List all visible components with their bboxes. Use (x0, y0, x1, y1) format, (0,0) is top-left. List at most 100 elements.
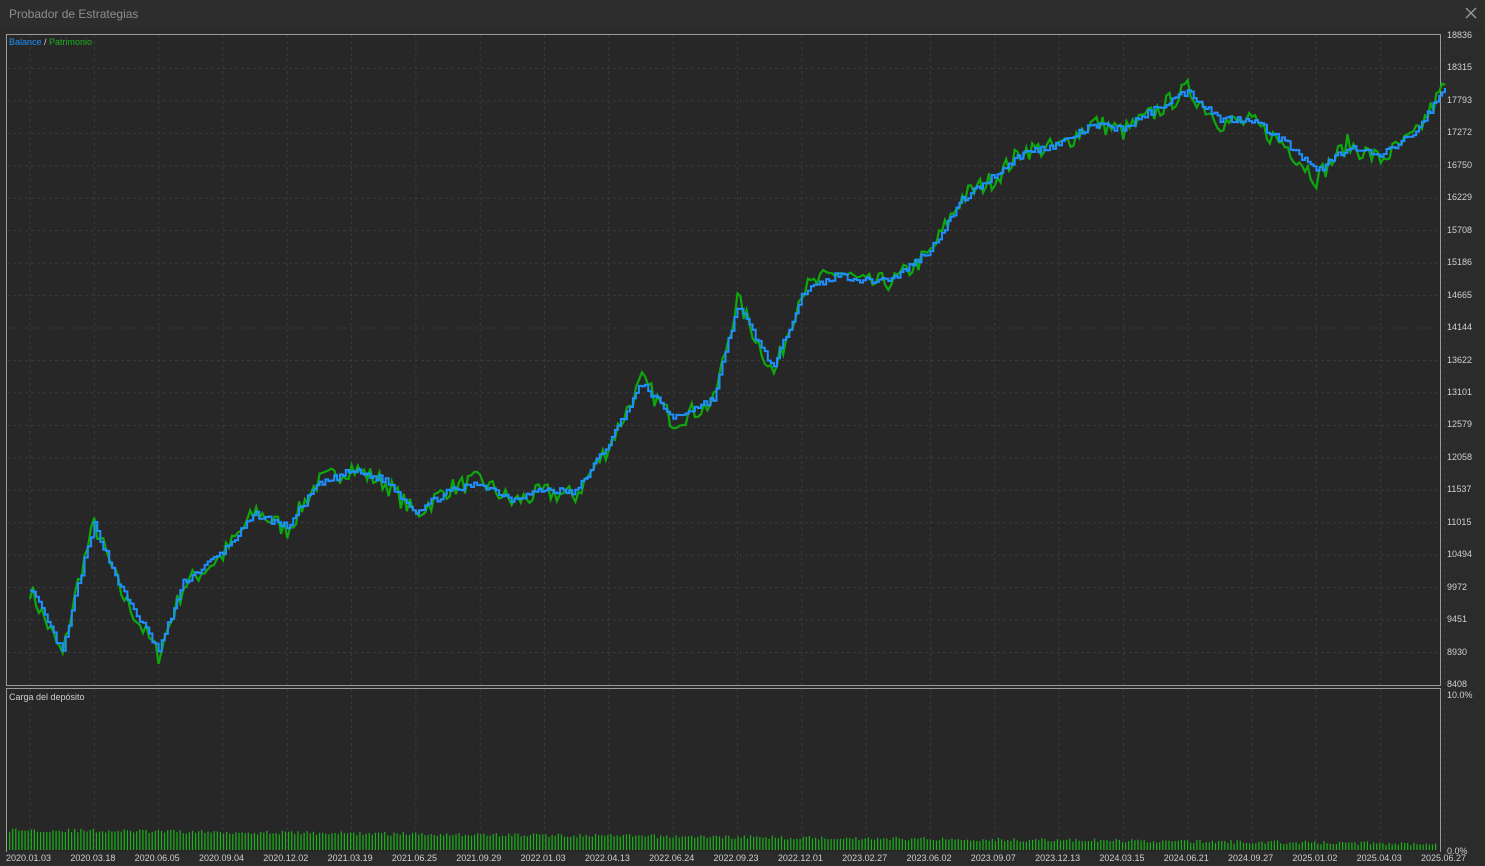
deposit-load-bar (762, 837, 764, 850)
deposit-load-bar (390, 835, 392, 850)
deposit-load-bar (1146, 842, 1148, 850)
y-tick-label: 15186 (1447, 257, 1473, 268)
deposit-load-bar (71, 832, 73, 850)
deposit-load-bar (452, 835, 454, 850)
deposit-load-bar (1332, 844, 1334, 850)
deposit-load-bar (1190, 842, 1192, 850)
x-tick-label: 2025.04.03 (1356, 853, 1402, 863)
deposit-load-bar (802, 836, 804, 850)
balance-line (30, 88, 1446, 653)
deposit-load-bar (148, 832, 150, 850)
deposit-y-tick-label: 0.0% (1447, 846, 1468, 856)
deposit-load-bar (1019, 841, 1021, 850)
x-tick-label: 2025.01.02 (1292, 853, 1338, 863)
deposit-load-bar (86, 831, 88, 850)
y-tick-label: 12058 (1447, 451, 1473, 462)
deposit-load-bar (799, 839, 801, 850)
deposit-load-bar (1369, 844, 1372, 850)
deposit-load-bar (362, 834, 364, 850)
deposit-load-bar (1196, 840, 1198, 850)
deposit-load-bar (1050, 841, 1052, 850)
deposit-load-bar (40, 831, 42, 850)
deposit-load-bar (712, 835, 714, 850)
deposit-load-bar (935, 840, 938, 850)
deposit-load-bar (315, 834, 318, 850)
deposit-load-bar (1283, 844, 1285, 850)
deposit-load-bar (1435, 843, 1437, 850)
chart-canvas (7, 35, 1446, 852)
deposit-load-bar (1221, 841, 1223, 850)
deposit-load-bar (619, 836, 621, 850)
deposit-load-bar (1304, 840, 1306, 850)
deposit-load-bar (551, 834, 553, 850)
deposit-load-bar (461, 835, 463, 850)
deposit-load-bar (1087, 841, 1089, 850)
deposit-load-bar (731, 838, 733, 850)
deposit-load-bar (359, 832, 361, 850)
deposit-load-bar (204, 832, 206, 850)
deposit-load-bar (328, 834, 330, 850)
y-tick-label: 18315 (1447, 62, 1473, 73)
deposit-load-bar (694, 837, 696, 850)
deposit-load-bar (1376, 843, 1378, 850)
deposit-load-bar (1162, 840, 1164, 850)
y-tick-label: 10494 (1447, 549, 1473, 560)
deposit-load-bar (517, 833, 519, 850)
deposit-load-bar (811, 838, 814, 850)
deposit-load-bar (1245, 842, 1248, 850)
deposit-load-bar (768, 838, 770, 850)
deposit-load-bar (114, 831, 116, 850)
deposit-load-bar (179, 830, 181, 850)
y-tick-label: 9451 (1447, 614, 1468, 625)
deposit-load-bar (1289, 842, 1291, 850)
deposit-load-bar (257, 834, 259, 850)
x-tick-label: 2021.09.29 (456, 853, 502, 863)
deposit-load-bar (105, 832, 107, 850)
deposit-load-bar (1159, 842, 1161, 850)
deposit-load-bar (1140, 840, 1142, 850)
deposit-load-bar (1230, 840, 1232, 850)
deposit-load-bar (529, 835, 531, 850)
deposit-load-bar (759, 837, 761, 850)
deposit-load-bar (145, 829, 147, 850)
deposit-load-bar (272, 833, 274, 850)
deposit-load-bar (1013, 838, 1015, 850)
deposit-load-bar (852, 838, 854, 850)
deposit-load-bar (455, 834, 457, 850)
deposit-load-bar (1180, 839, 1182, 850)
deposit-load-bar (1227, 843, 1229, 850)
deposit-load-bar (594, 833, 597, 850)
deposit-load-bar (1431, 844, 1434, 850)
legend-equity: Patrimonio (49, 37, 93, 47)
deposit-load-bar (827, 839, 829, 850)
deposit-load-bar (1131, 839, 1133, 850)
deposit-load-bar (384, 831, 386, 850)
deposit-load-bar (573, 835, 575, 850)
deposit-load-bar (55, 831, 57, 850)
deposit-load-bar (985, 839, 987, 850)
x-tick-label: 2023.09.07 (970, 853, 1016, 863)
deposit-load-bar (1084, 841, 1086, 850)
deposit-load-bar (43, 832, 45, 850)
deposit-load-bar (1276, 840, 1279, 850)
deposit-load-bar (635, 835, 637, 850)
deposit-load-bar (858, 839, 860, 850)
deposit-load-bar (325, 833, 327, 850)
deposit-load-bar (160, 830, 163, 850)
deposit-load-bar (855, 837, 857, 850)
deposit-load-bar (250, 833, 252, 850)
deposit-load-bar (89, 830, 91, 850)
deposit-load-bar (1007, 839, 1009, 850)
deposit-load-bar (12, 828, 14, 850)
y-tick-label: 11015 (1447, 516, 1472, 527)
deposit-load-bar (1044, 838, 1046, 850)
deposit-load-bar (74, 829, 76, 850)
deposit-load-bar (880, 839, 882, 850)
deposit-load-bar (1143, 840, 1145, 850)
deposit-load-bar (656, 838, 659, 850)
deposit-load-bar (1388, 843, 1390, 850)
deposit-load-bar (1249, 843, 1251, 850)
deposit-load-bar (18, 830, 20, 850)
deposit-load-bar (718, 836, 721, 850)
deposit-load-bar (743, 835, 745, 850)
